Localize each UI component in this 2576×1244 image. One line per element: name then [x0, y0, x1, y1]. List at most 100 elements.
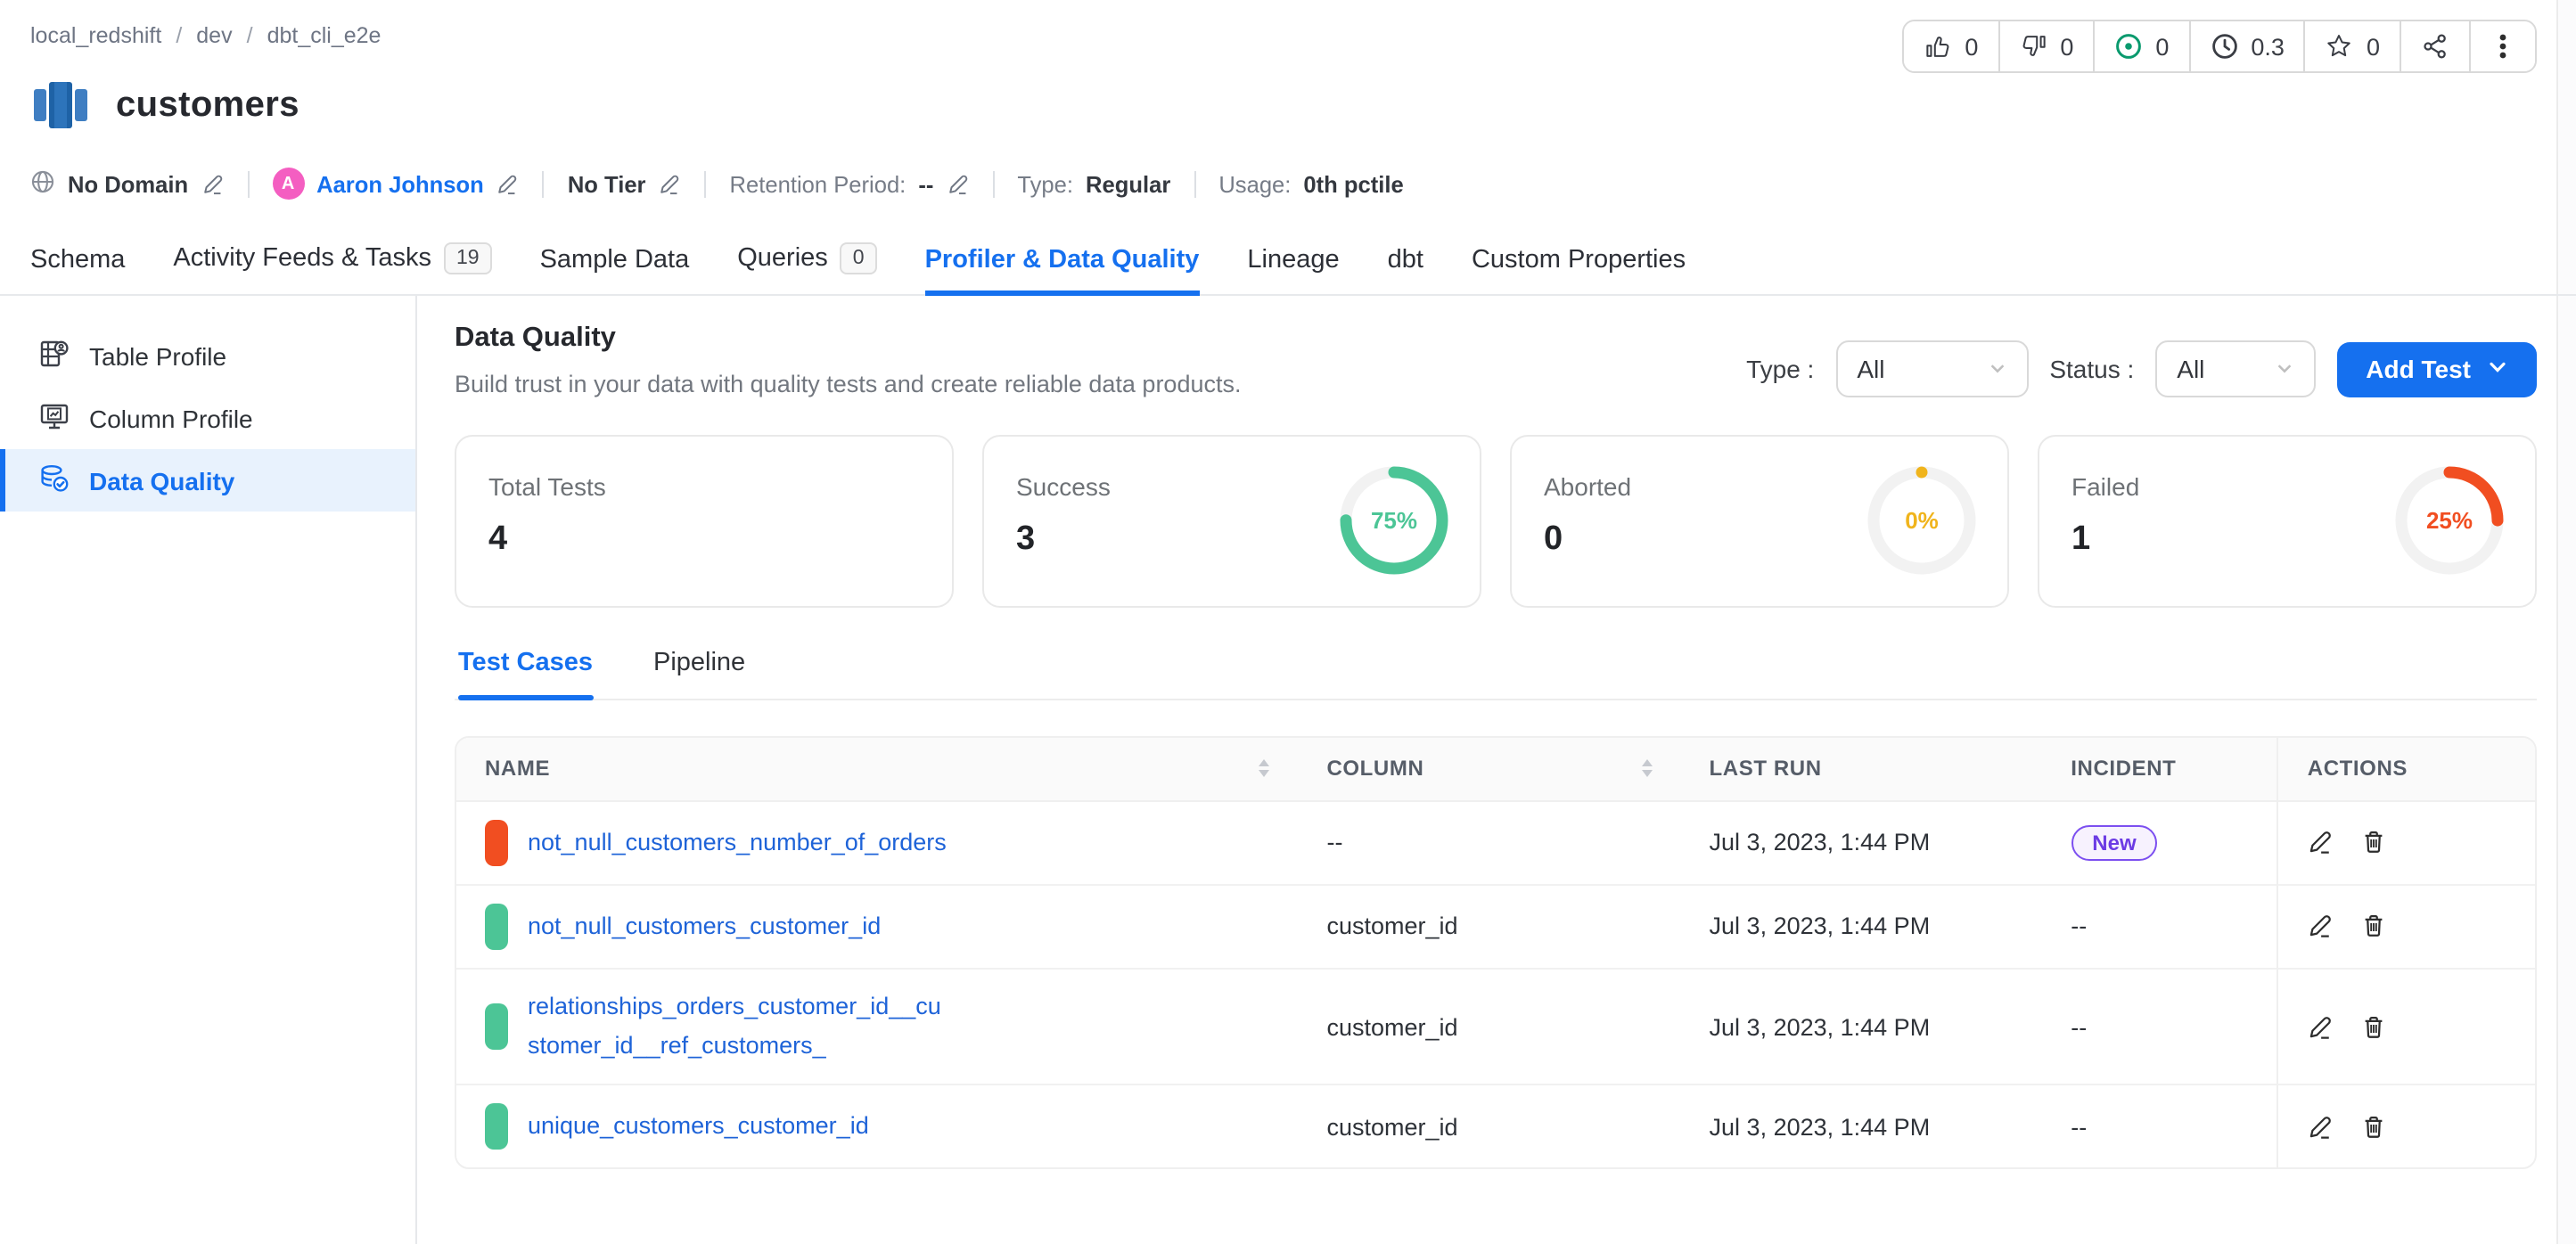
tasks-button[interactable]: 0 [2095, 21, 2190, 71]
last-run-value: Jul 3, 2023, 1:44 PM [1681, 970, 2043, 1086]
profiler-sidebar: Table Profile Column Profile Data Qualit… [0, 296, 417, 1244]
breadcrumb-schema[interactable]: dbt_cli_e2e [267, 23, 381, 48]
entity-meta-bar: No Domain A Aaron Johnson No Tier Retent… [30, 164, 1404, 203]
status-indicator-success [485, 1104, 508, 1150]
entity-toolbar: 0 0 0 0.3 0 [1902, 20, 2537, 73]
test-case-link[interactable]: not_null_customers_customer_id [528, 907, 881, 947]
incident-value: -- [2042, 886, 2277, 970]
edit-test-icon[interactable] [2308, 913, 2334, 940]
column-value: customer_id [1298, 970, 1680, 1086]
star-button[interactable]: 0 [2306, 21, 2401, 71]
breadcrumb: local_redshift / dev / dbt_cli_e2e [30, 23, 381, 48]
downvote-count: 0 [2060, 33, 2073, 60]
svg-text:75%: 75% [1371, 508, 1417, 535]
svg-text:25%: 25% [2426, 508, 2473, 535]
delete-test-icon[interactable] [2361, 1013, 2388, 1040]
tier-value: No Tier [568, 170, 646, 197]
more-options-button[interactable] [2471, 21, 2535, 71]
kebab-menu-icon [2490, 32, 2515, 61]
column-value: customer_id [1298, 1086, 1680, 1168]
delete-test-icon[interactable] [2361, 913, 2388, 940]
entity-header: customers [30, 75, 299, 135]
tab-profiler-data-quality[interactable]: Profiler & Data Quality [925, 246, 1200, 294]
sort-icon[interactable] [1259, 760, 1269, 778]
meta-divider [705, 170, 707, 197]
version-history-button[interactable]: 0.3 [2190, 21, 2306, 71]
table-row: relationships_orders_customer_id__custom… [456, 970, 2535, 1086]
sort-icon[interactable] [1642, 760, 1653, 778]
tab-activity-feeds[interactable]: Activity Feeds & Tasks19 [173, 242, 491, 294]
star-icon [2326, 32, 2354, 61]
status-indicator-success [485, 1003, 508, 1050]
column-profile-icon [39, 400, 70, 436]
tab-pipeline[interactable]: Pipeline [653, 649, 745, 699]
owner-link[interactable]: Aaron Johnson [316, 170, 484, 197]
chevron-down-icon [2487, 355, 2508, 383]
activity-count-badge: 19 [444, 242, 492, 274]
edit-test-icon[interactable] [2308, 1013, 2334, 1040]
breadcrumb-service[interactable]: local_redshift [30, 23, 161, 48]
tier-field: No Tier [568, 170, 682, 197]
aborted-card: Aborted 0 0% [1510, 435, 2009, 608]
sidebar-item-column-profile[interactable]: Column Profile [0, 387, 415, 449]
vertical-scrollbar[interactable] [2556, 0, 2576, 1244]
version-number: 0.3 [2251, 33, 2285, 60]
column-value: -- [1298, 802, 1680, 886]
tab-schema[interactable]: Schema [30, 246, 125, 294]
edit-retention-icon[interactable] [946, 172, 969, 195]
edit-test-icon[interactable] [2308, 1114, 2334, 1141]
page-title: customers [116, 85, 299, 126]
test-case-link[interactable]: unique_customers_customer_id [528, 1108, 869, 1148]
incident-new-badge[interactable]: New [2071, 825, 2157, 861]
entity-tab-bar: Schema Activity Feeds & Tasks19 Sample D… [0, 233, 2576, 296]
sidebar-item-data-quality[interactable]: Data Quality [0, 449, 415, 512]
app-window: local_redshift / dev / dbt_cli_e2e 0 0 0… [0, 0, 2576, 1244]
meta-divider [992, 170, 994, 197]
thumbs-down-icon [2019, 32, 2047, 61]
owner-field: A Aaron Johnson [272, 168, 520, 200]
edit-domain-icon[interactable] [201, 172, 224, 195]
add-test-button[interactable]: Add Test [2337, 341, 2537, 397]
usage-value: 0th pctile [1303, 170, 1403, 197]
panel-description: Build trust in your data with quality te… [455, 367, 1242, 405]
redshift-table-icon [30, 75, 91, 135]
tab-lineage[interactable]: Lineage [1247, 246, 1339, 294]
edit-tier-icon[interactable] [659, 172, 682, 195]
status-indicator-success [485, 904, 508, 950]
delete-test-icon[interactable] [2361, 830, 2388, 856]
last-run-value: Jul 3, 2023, 1:44 PM [1681, 886, 2043, 970]
domain-field: No Domain [30, 168, 224, 199]
status-filter-label: Status : [2049, 355, 2134, 383]
success-donut: 75% [1337, 464, 1451, 578]
share-button[interactable] [2401, 21, 2471, 71]
star-count: 0 [2367, 33, 2380, 60]
panel-heading: Data Quality Build trust in your data wi… [455, 323, 1242, 405]
test-case-link[interactable]: not_null_customers_number_of_orders [528, 823, 947, 863]
tab-test-cases[interactable]: Test Cases [458, 649, 593, 699]
retention-field: Retention Period: -- [730, 170, 970, 197]
tab-custom-properties[interactable]: Custom Properties [1472, 246, 1686, 294]
type-filter-label: Type : [1746, 355, 1814, 383]
column-header-column[interactable]: COLUMN [1298, 738, 1680, 802]
upvote-button[interactable]: 0 [1904, 21, 1999, 71]
aborted-donut: 0% [1865, 464, 1979, 578]
delete-test-icon[interactable] [2361, 1114, 2388, 1141]
status-filter-select[interactable]: All [2155, 340, 2316, 397]
sidebar-item-table-profile[interactable]: Table Profile [0, 324, 415, 387]
total-tests-card: Total Tests 4 [455, 435, 954, 608]
tab-sample-data[interactable]: Sample Data [540, 246, 690, 294]
column-header-name[interactable]: NAME [456, 738, 1298, 802]
downvote-button[interactable]: 0 [1999, 21, 2095, 71]
test-case-link[interactable]: relationships_orders_customer_id__custom… [528, 987, 952, 1067]
tab-dbt[interactable]: dbt [1388, 246, 1423, 294]
sidebar-item-label: Column Profile [89, 404, 253, 432]
failed-donut: 25% [2392, 464, 2506, 578]
tab-queries[interactable]: Queries0 [737, 242, 876, 294]
queries-count-badge: 0 [841, 242, 877, 274]
last-run-value: Jul 3, 2023, 1:44 PM [1681, 1086, 2043, 1168]
incident-value: -- [2042, 1086, 2277, 1168]
edit-test-icon[interactable] [2308, 830, 2334, 856]
edit-owner-icon[interactable] [496, 172, 520, 195]
breadcrumb-database[interactable]: dev [196, 23, 232, 48]
type-filter-select[interactable]: All [1835, 340, 2028, 397]
